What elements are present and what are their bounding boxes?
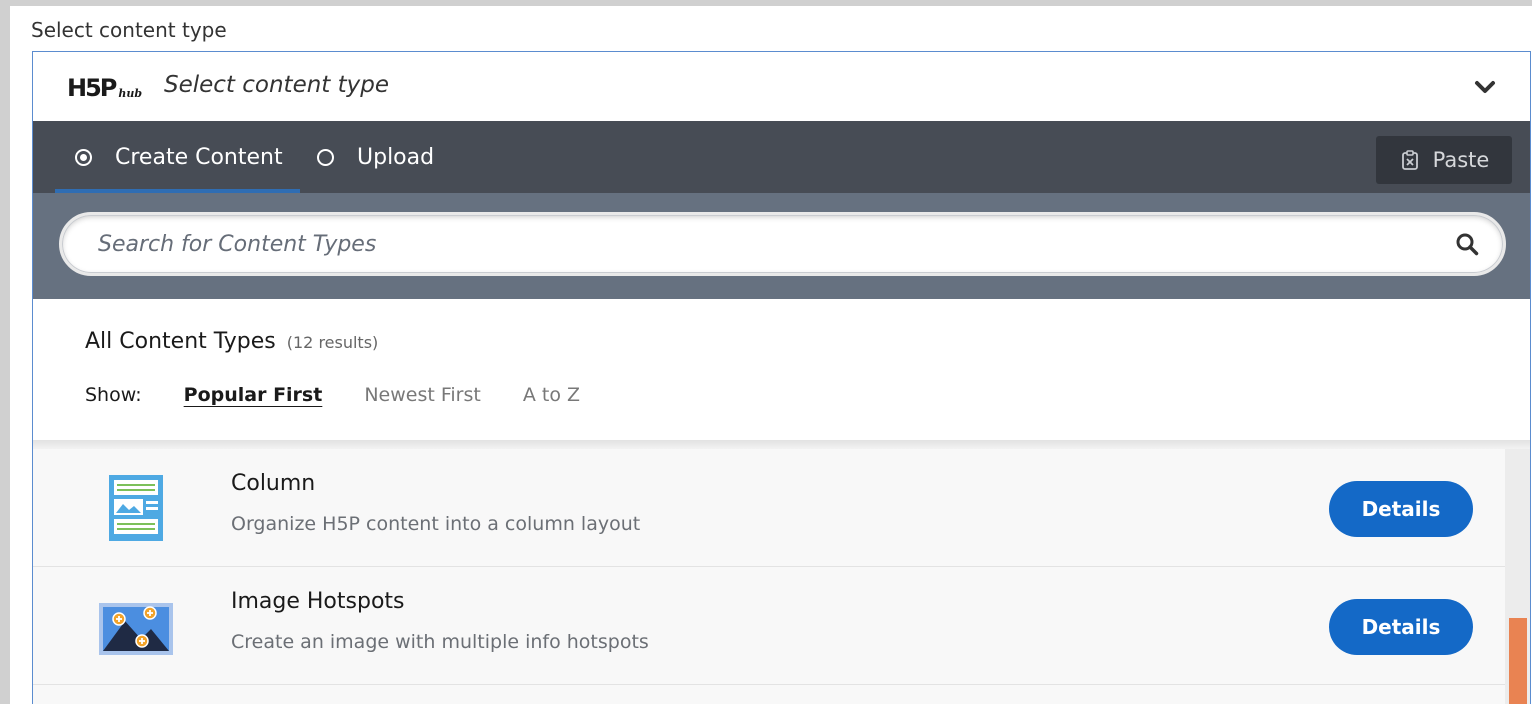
column-layout-icon <box>109 475 163 541</box>
results-title: All Content Types (12 results) <box>85 329 378 354</box>
tab-upload-label: Upload <box>357 144 435 170</box>
logo-main-text: H5P <box>67 74 117 102</box>
sort-row: Show: Popular First Newest First A to Z <box>85 384 622 406</box>
tab-bar: Create Content Upload Paste <box>33 121 1530 193</box>
h5p-hub: H5P hub Select content type Create Conte… <box>32 51 1531 704</box>
search-bar <box>33 193 1530 299</box>
paste-button-label: Paste <box>1432 148 1490 172</box>
chevron-down-icon[interactable] <box>1474 79 1496 95</box>
sort-a-to-z[interactable]: A to Z <box>523 384 580 406</box>
tab-upload[interactable]: Upload <box>317 121 434 193</box>
logo-sub-text: hub <box>118 87 143 100</box>
item-title: Image Hotspots <box>231 589 405 614</box>
results-panel: All Content Types (12 results) Show: Pop… <box>33 299 1530 440</box>
results-title-text: All Content Types <box>85 329 276 354</box>
radio-checked-icon <box>75 148 92 166</box>
tab-create-content[interactable]: Create Content <box>55 121 303 193</box>
details-button[interactable]: Details <box>1329 481 1473 537</box>
search-input[interactable] <box>96 223 1300 265</box>
details-button[interactable]: Details <box>1329 599 1473 655</box>
sort-newest-first[interactable]: Newest First <box>364 384 481 406</box>
list-item[interactable]: Image Hotspots Create an image with mult… <box>33 567 1505 685</box>
results-count: (12 results) <box>286 333 379 352</box>
paste-button[interactable]: Paste <box>1376 136 1512 184</box>
image-hotspots-icon <box>99 603 173 655</box>
search-icon[interactable] <box>1455 232 1479 256</box>
clipboard-paste-icon <box>1401 150 1418 170</box>
search-box <box>59 212 1506 276</box>
tab-create-content-label: Create Content <box>115 144 283 170</box>
field-label: Select content type <box>31 18 227 42</box>
item-description: Create an image with multiple info hotsp… <box>231 631 649 653</box>
sort-popular-first[interactable]: Popular First <box>184 384 323 406</box>
item-description: Organize H5P content into a column layou… <box>231 513 641 535</box>
scrollbar-thumb[interactable] <box>1509 618 1527 704</box>
page: Select content type H5P hub Select conte… <box>10 6 1532 704</box>
h5p-hub-logo: H5P hub <box>67 74 142 100</box>
content-type-list: Column Organize H5P content into a colum… <box>33 449 1505 704</box>
header-title: Select content type <box>164 72 390 98</box>
list-item[interactable]: Column Organize H5P content into a colum… <box>33 449 1505 567</box>
item-title: Column <box>231 471 316 496</box>
radio-unchecked-icon <box>317 148 334 166</box>
sort-label: Show: <box>85 384 142 406</box>
hub-header[interactable]: H5P hub Select content type <box>33 52 1530 121</box>
